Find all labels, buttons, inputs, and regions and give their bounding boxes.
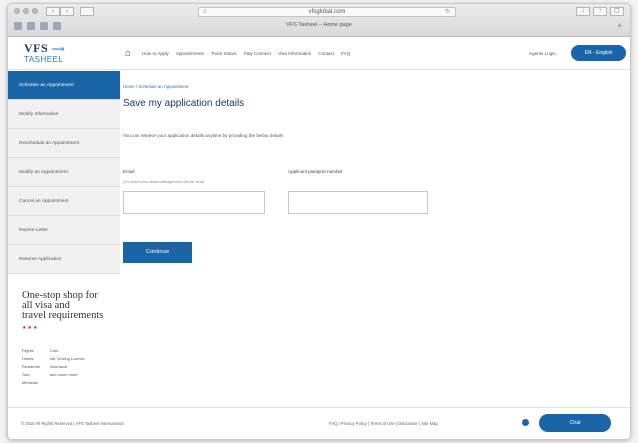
nav-item[interactable]: Visa Information (278, 51, 311, 56)
sidebar-item-modify-appointment[interactable]: Modify an Appointment (8, 158, 120, 187)
sidebar-item-cancel[interactable]: Cancel an Appointment (8, 187, 120, 216)
service-item: Insurance (49, 364, 68, 369)
passport-number-field[interactable] (288, 191, 428, 214)
reader-icon[interactable]: ≡ (203, 8, 207, 16)
sidebar-item-reprint[interactable]: Reprint Letter (8, 216, 120, 245)
star-icons: ★★★ (22, 325, 39, 331)
main-nav: How to Apply Appointments Track Status S… (142, 51, 350, 56)
service-item: Tour (22, 372, 30, 377)
download-icon[interactable]: ↓ (576, 7, 590, 16)
tabs-icon[interactable]: ▢ (610, 7, 624, 16)
language-button[interactable]: EN - English (571, 45, 626, 61)
reload-icon[interactable]: ↻ (445, 8, 450, 16)
address-bar[interactable]: ≡ vfsglobal.com ↻ (198, 7, 456, 17)
sidebar-toggle-icon[interactable] (80, 7, 94, 16)
history-buttons: ‹ › (46, 7, 74, 16)
minimize-window-button[interactable] (23, 8, 29, 14)
agents-login-link[interactable]: Agents Login (529, 51, 556, 56)
side-menu: Schedule an Appointment Modify Informati… (8, 71, 120, 274)
sidebar-item-reschedule[interactable]: Reschedule an Appointment (8, 129, 120, 158)
service-list: Flights Hotels Residents Tour Medicals (22, 347, 40, 387)
page-title: Save my application details (123, 98, 245, 109)
sidebar-item-schedule[interactable]: Schedule an Appointment (8, 71, 120, 100)
forward-icon[interactable]: › (60, 7, 74, 16)
sidebar-item-resume[interactable]: Resume Application (8, 245, 120, 274)
service-item: Cars (49, 348, 59, 353)
site-header: VFS ⟶ TASHEEL ⌂ How to Apply Appointment… (8, 37, 630, 70)
passport-label: Applicant passport number (288, 169, 343, 174)
continue-button[interactable]: Continue (123, 242, 192, 263)
nav-item[interactable]: How to Apply (142, 51, 169, 56)
nav-item[interactable]: FAQ (341, 51, 350, 56)
service-item: Hotels (22, 356, 34, 361)
site-footer: © 2018 All Rights Reserved | VFS Tasheel… (8, 407, 630, 439)
browser-chrome: ‹ › ≡ vfsglobal.com ↻ ↓ ↑ ▢ VFS Tasheel … (8, 4, 630, 37)
service-item: Residents (22, 364, 40, 369)
nav-item[interactable]: Appointments (176, 51, 204, 56)
window-controls (14, 8, 38, 14)
service-item: and much more (49, 372, 78, 377)
share-icon[interactable]: ↑ (593, 7, 607, 16)
service-item: Flights (22, 348, 34, 353)
home-icon[interactable]: ⌂ (125, 48, 131, 59)
social-icon[interactable] (522, 419, 529, 426)
back-icon[interactable]: ‹ (46, 7, 60, 16)
close-window-button[interactable] (14, 8, 20, 14)
promo-slogan: One-stop shop for all visa and travel re… (22, 290, 122, 321)
nav-item[interactable]: Stay Connect (244, 51, 272, 56)
tab-title[interactable]: VFS Tasheel – Home page (8, 22, 630, 28)
service-list: Cars Intl. Driving Licence Insurance and… (50, 347, 85, 387)
logo-vfs-text: VFS (24, 41, 49, 55)
nav-item[interactable]: Contact (318, 51, 334, 56)
service-lists: Flights Hotels Residents Tour Medicals C… (22, 347, 122, 387)
promo-panel: One-stop shop for all visa and travel re… (22, 290, 122, 387)
chat-button[interactable]: Chat (539, 414, 611, 432)
copyright-text: © 2018 All Rights Reserved | VFS Tasheel… (21, 421, 124, 426)
logo-tasheel-text: TASHEEL (24, 55, 64, 64)
new-tab-icon[interactable]: + (617, 21, 622, 30)
footer-links[interactable]: FAQ | Privacy Policy | Terms of Use | Di… (329, 421, 438, 426)
nav-item[interactable]: Track Status (211, 51, 237, 56)
email-field[interactable] (123, 191, 265, 214)
slogan-line: travel requirements (22, 310, 104, 321)
service-item: Intl. Driving Licence (49, 356, 85, 361)
vfs-tasheel-logo[interactable]: VFS ⟶ TASHEEL (24, 41, 104, 64)
breadcrumb[interactable]: Home / Schedule an Appointment (123, 84, 188, 89)
service-item: Medicals (22, 380, 38, 385)
maximize-window-button[interactable] (32, 8, 38, 14)
sidebar-item-modify-info[interactable]: Modify Information (8, 100, 120, 129)
logo-arrow-icon: ⟶ (51, 44, 66, 54)
browser-window: ‹ › ≡ vfsglobal.com ↻ ↓ ↑ ▢ VFS Tasheel … (7, 3, 631, 440)
url-text: vfsglobal.com (308, 9, 346, 15)
browser-actions: ↓ ↑ ▢ (576, 7, 624, 16)
intro-text: You can retrieve your application detail… (123, 133, 283, 138)
email-label: Email (123, 169, 135, 174)
email-hint: (To which your acknowledgement will be s… (123, 179, 205, 184)
